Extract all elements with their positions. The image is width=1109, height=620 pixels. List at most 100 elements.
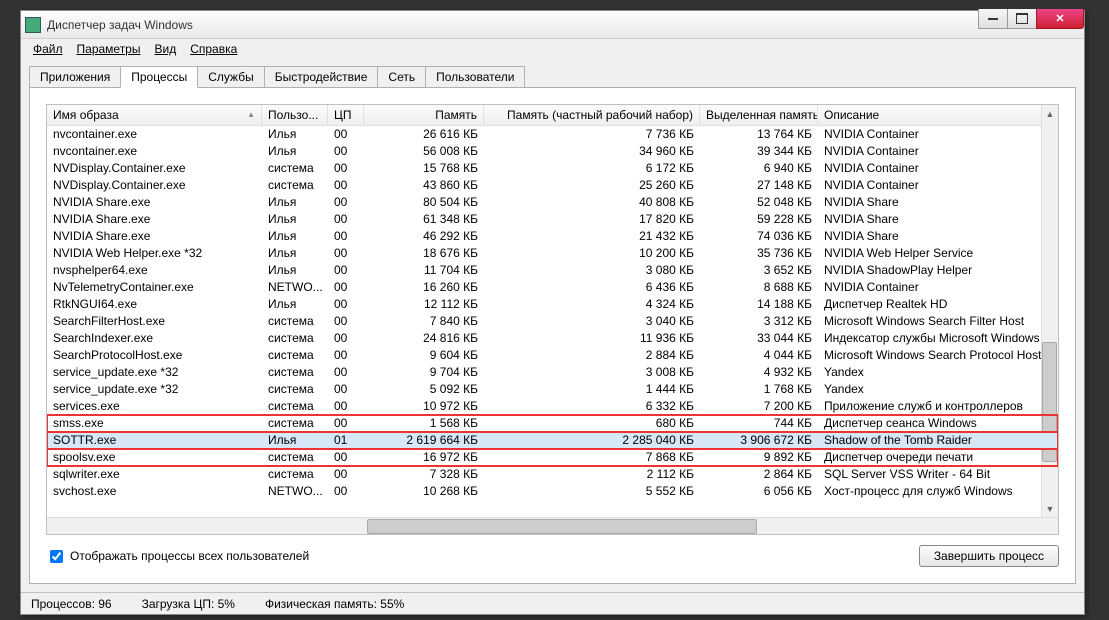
process-list: Имя образа Пользо... ЦП Память Память (ч… <box>46 104 1059 535</box>
cell: 1 444 КБ <box>484 381 700 398</box>
minimize-button[interactable] <box>978 9 1008 29</box>
scroll-up-icon[interactable]: ▲ <box>1042 105 1058 122</box>
cell: 4 932 КБ <box>700 364 818 381</box>
cell: 34 960 КБ <box>484 143 700 160</box>
cell: 744 КБ <box>700 415 818 432</box>
table-row[interactable]: SearchFilterHost.exeсистема007 840 КБ3 0… <box>47 313 1058 330</box>
cell: services.exe <box>47 398 262 415</box>
cell: 16 972 КБ <box>364 449 484 466</box>
table-row[interactable]: smss.exeсистема001 568 КБ680 КБ744 КБДис… <box>47 415 1058 432</box>
cell: Индексатор службы Microsoft Windows Sea <box>818 330 1058 347</box>
cell: NvTelemetryContainer.exe <box>47 279 262 296</box>
tab-5[interactable]: Пользователи <box>425 66 525 88</box>
cell: 35 736 КБ <box>700 245 818 262</box>
table-row[interactable]: NVDisplay.Container.exeсистема0015 768 К… <box>47 160 1058 177</box>
titlebar[interactable]: Диспетчер задач Windows <box>21 11 1084 39</box>
cell: 00 <box>328 194 364 211</box>
end-process-button[interactable]: Завершить процесс <box>919 545 1059 567</box>
cell: 11 936 КБ <box>484 330 700 347</box>
menu-view[interactable]: Вид <box>148 40 182 58</box>
cell: 43 860 КБ <box>364 177 484 194</box>
scroll-down-icon[interactable]: ▼ <box>1042 500 1058 517</box>
cell: 10 972 КБ <box>364 398 484 415</box>
table-row[interactable]: NVIDIA Share.exeИлья0080 504 КБ40 808 КБ… <box>47 194 1058 211</box>
tab-0[interactable]: Приложения <box>29 66 121 88</box>
col-commit[interactable]: Выделенная память <box>700 105 818 125</box>
table-row[interactable]: SearchProtocolHost.exeсистема009 604 КБ2… <box>47 347 1058 364</box>
table-row[interactable]: RtkNGUI64.exeИлья0012 112 КБ4 324 КБ14 1… <box>47 296 1058 313</box>
cell: 15 768 КБ <box>364 160 484 177</box>
cell: 3 080 КБ <box>484 262 700 279</box>
cell: 00 <box>328 466 364 483</box>
table-row[interactable]: SOTTR.exeИлья012 619 664 КБ2 285 040 КБ3… <box>47 432 1058 449</box>
cell: NVIDIA Container <box>818 143 1058 160</box>
close-button[interactable] <box>1036 9 1084 29</box>
cell: sqlwriter.exe <box>47 466 262 483</box>
menu-help[interactable]: Справка <box>184 40 243 58</box>
cell: NVDisplay.Container.exe <box>47 160 262 177</box>
show-all-users-checkbox[interactable]: Отображать процессы всех пользователей <box>46 547 309 566</box>
col-user[interactable]: Пользо... <box>262 105 328 125</box>
cell: 00 <box>328 126 364 143</box>
col-cpu[interactable]: ЦП <box>328 105 364 125</box>
table-row[interactable]: NVIDIA Share.exeИлья0061 348 КБ17 820 КБ… <box>47 211 1058 228</box>
status-processes: Процессов: 96 <box>31 597 112 611</box>
cell: 52 048 КБ <box>700 194 818 211</box>
cell: Илья <box>262 245 328 262</box>
table-row[interactable]: nvcontainer.exeИлья0056 008 КБ34 960 КБ3… <box>47 143 1058 160</box>
cell: NVIDIA ShadowPlay Helper <box>818 262 1058 279</box>
maximize-button[interactable] <box>1007 9 1037 29</box>
cell: NVIDIA Container <box>818 160 1058 177</box>
window-title: Диспетчер задач Windows <box>47 18 193 32</box>
cell: 00 <box>328 177 364 194</box>
cell: NVIDIA Share <box>818 211 1058 228</box>
col-image-name[interactable]: Имя образа <box>47 105 262 125</box>
table-row[interactable]: nvcontainer.exeИлья0026 616 КБ7 736 КБ13… <box>47 126 1058 143</box>
cell: 11 704 КБ <box>364 262 484 279</box>
show-all-users-input[interactable] <box>50 550 63 563</box>
cell: 00 <box>328 245 364 262</box>
cell: 2 884 КБ <box>484 347 700 364</box>
cell: 2 112 КБ <box>484 466 700 483</box>
list-body[interactable]: nvcontainer.exeИлья0026 616 КБ7 736 КБ13… <box>47 126 1058 517</box>
tab-2[interactable]: Службы <box>197 66 264 88</box>
table-row[interactable]: NVDisplay.Container.exeсистема0043 860 К… <box>47 177 1058 194</box>
cell: 25 260 КБ <box>484 177 700 194</box>
table-row[interactable]: service_update.exe *32система005 092 КБ1… <box>47 381 1058 398</box>
cell: Илья <box>262 126 328 143</box>
table-row[interactable]: service_update.exe *32система009 704 КБ3… <box>47 364 1058 381</box>
table-row[interactable]: NVIDIA Web Helper.exe *32Илья0018 676 КБ… <box>47 245 1058 262</box>
cell: 00 <box>328 381 364 398</box>
cell: 00 <box>328 211 364 228</box>
cell: Приложение служб и контроллеров <box>818 398 1058 415</box>
cell: 80 504 КБ <box>364 194 484 211</box>
table-row[interactable]: svchost.exeNETWO...0010 268 КБ5 552 КБ6 … <box>47 483 1058 500</box>
cell: 10 268 КБ <box>364 483 484 500</box>
table-row[interactable]: SearchIndexer.exeсистема0024 816 КБ11 93… <box>47 330 1058 347</box>
table-row[interactable]: nvsphelper64.exeИлья0011 704 КБ3 080 КБ3… <box>47 262 1058 279</box>
table-row[interactable]: services.exeсистема0010 972 КБ6 332 КБ7 … <box>47 398 1058 415</box>
cell: 1 768 КБ <box>700 381 818 398</box>
statusbar: Процессов: 96 Загрузка ЦП: 5% Физическая… <box>21 592 1084 614</box>
cell: Илья <box>262 194 328 211</box>
menu-file[interactable]: Файл <box>27 40 69 58</box>
tab-3[interactable]: Быстродействие <box>264 66 379 88</box>
table-row[interactable]: sqlwriter.exeсистема007 328 КБ2 112 КБ2 … <box>47 466 1058 483</box>
cell: система <box>262 415 328 432</box>
col-memory[interactable]: Память <box>364 105 484 125</box>
col-description[interactable]: Описание <box>818 105 1058 125</box>
show-all-users-label: Отображать процессы всех пользователей <box>70 549 309 563</box>
tab-1[interactable]: Процессы <box>120 66 198 88</box>
tab-4[interactable]: Сеть <box>377 66 426 88</box>
cell: 46 292 КБ <box>364 228 484 245</box>
cell: NVIDIA Share.exe <box>47 228 262 245</box>
horizontal-scrollbar[interactable] <box>47 517 1058 534</box>
table-row[interactable]: NVIDIA Share.exeИлья0046 292 КБ21 432 КБ… <box>47 228 1058 245</box>
table-row[interactable]: NvTelemetryContainer.exeNETWO...0016 260… <box>47 279 1058 296</box>
menu-options[interactable]: Параметры <box>71 40 147 58</box>
h-thumb[interactable] <box>367 519 757 534</box>
col-private-ws[interactable]: Память (частный рабочий набор) <box>484 105 700 125</box>
table-row[interactable]: spoolsv.exeсистема0016 972 КБ7 868 КБ9 8… <box>47 449 1058 466</box>
cell: система <box>262 466 328 483</box>
cell: 7 868 КБ <box>484 449 700 466</box>
